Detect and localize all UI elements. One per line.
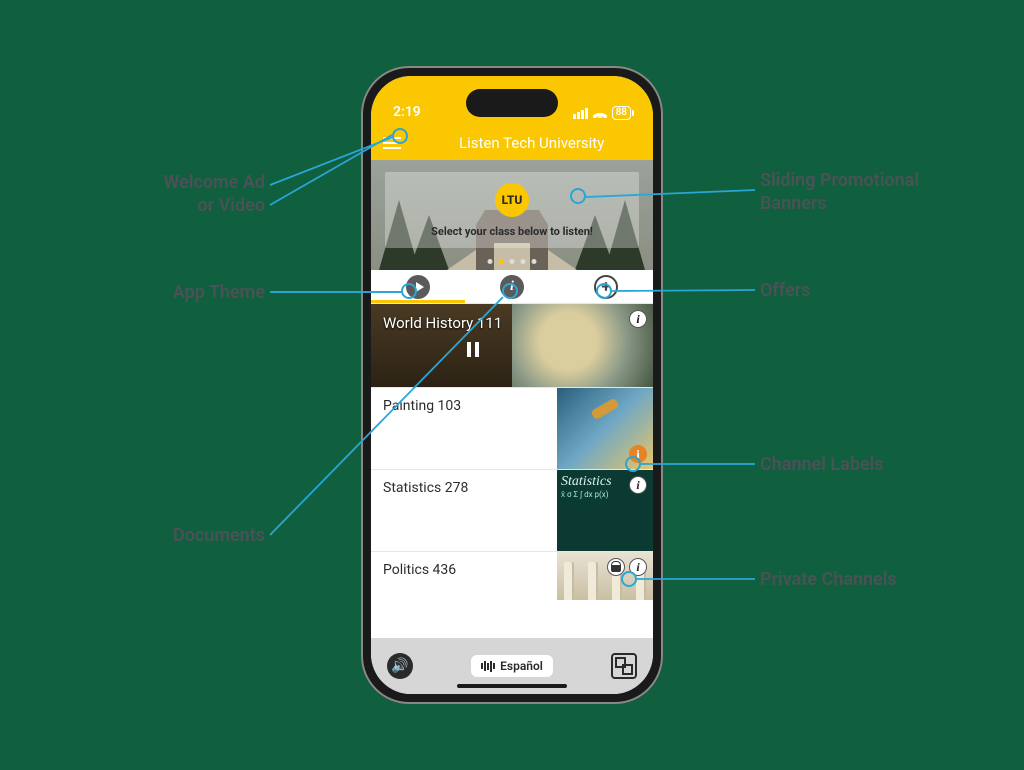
qr-icon[interactable] [611,653,637,679]
signal-icon [573,108,588,119]
ring-banner [570,188,586,204]
anno-app-theme: App Theme [100,282,265,305]
app-bar: Listen Tech University [371,126,653,160]
anno-documents: Documents [100,525,265,548]
banner-tagline: Select your class below to listen! [431,225,593,238]
info-icon[interactable]: i [629,310,647,328]
channel-row[interactable]: World History 111 i [371,304,653,388]
banner-badge: LTU [495,183,529,217]
info-icon[interactable]: i [629,476,647,494]
notch [466,89,558,117]
anno-sliding-banners: Sliding Promotional Banners [760,170,919,215]
language-label: Español [500,659,543,673]
battery-icon: 88 [612,106,631,120]
channel-thumb: Statistics x̄ σ Σ ∫ dx p(x) i [557,470,653,551]
ring-docs [502,283,518,299]
channel-thumb: i [557,552,653,600]
channel-row[interactable]: Painting 103 i [371,388,653,470]
wifi-icon [593,108,607,118]
channel-label: Politics 436 [371,552,557,600]
ring-welcome [392,128,408,144]
status-time: 2:19 [393,104,421,120]
channel-label: World History 111 [371,304,514,342]
channel-row[interactable]: Statistics 278 Statistics x̄ σ Σ ∫ dx p(… [371,470,653,552]
anno-welcome: Welcome Ad or Video [100,172,265,217]
app-title: Listen Tech University [459,134,604,152]
phone-frame: 2:19 88 Listen Tech University LTU Selec… [361,66,663,704]
promo-banner[interactable]: LTU Select your class below to listen! [371,160,653,270]
anno-channel-labels: Channel Labels [760,454,884,477]
anno-private-channels: Private Channels [760,569,897,592]
channel-row[interactable]: Politics 436 i [371,552,653,600]
banner-dots[interactable] [488,259,537,264]
ring-channel-label [625,456,641,472]
anno-offers: Offers [760,280,810,303]
ring-theme [401,283,417,299]
language-button[interactable]: Español [471,655,553,677]
channel-label: Statistics 278 [371,470,557,551]
channel-thumb: i [557,388,653,469]
ring-private [621,571,637,587]
ring-offers [596,283,612,299]
pause-icon[interactable] [467,342,479,357]
speaker-icon[interactable]: 🔊 [387,653,413,679]
channel-label: Painting 103 [371,388,557,469]
home-indicator [457,684,567,688]
phone-screen: 2:19 88 Listen Tech University LTU Selec… [371,76,653,694]
